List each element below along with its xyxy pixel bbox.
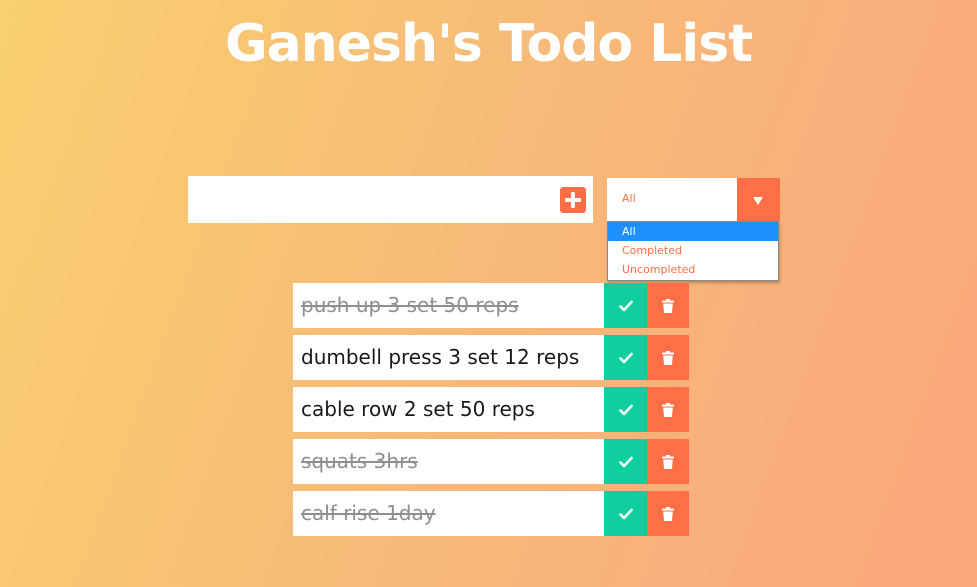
todo-text: squats 3hrs — [293, 439, 604, 484]
filter-selected-value: All — [622, 192, 636, 205]
trash-icon — [662, 402, 674, 417]
delete-button[interactable] — [647, 335, 689, 380]
todo-item: dumbell press 3 set 12 reps — [293, 335, 689, 380]
complete-button[interactable] — [604, 491, 647, 536]
complete-button[interactable] — [604, 335, 647, 380]
delete-button[interactable] — [647, 491, 689, 536]
delete-button[interactable] — [647, 387, 689, 432]
complete-button[interactable] — [604, 387, 647, 432]
todo-text: push up 3 set 50 reps — [293, 283, 604, 328]
todo-item: squats 3hrs — [293, 439, 689, 484]
add-todo-button[interactable] — [560, 187, 586, 213]
delete-button[interactable] — [647, 283, 689, 328]
todo-item: push up 3 set 50 reps — [293, 283, 689, 328]
todo-text: dumbell press 3 set 12 reps — [293, 335, 604, 380]
check-icon — [618, 456, 633, 467]
filter-dropdown-list: All Completed Uncompleted — [607, 221, 779, 281]
filter-option-uncompleted[interactable]: Uncompleted — [608, 260, 778, 279]
todo-input[interactable] — [188, 176, 548, 223]
todo-item: cable row 2 set 50 reps — [293, 387, 689, 432]
filter-option-all[interactable]: All — [608, 222, 778, 241]
filter-dropdown-toggle[interactable] — [737, 178, 780, 221]
todo-item: calf rise 1day — [293, 491, 689, 536]
complete-button[interactable] — [604, 283, 647, 328]
todo-list: push up 3 set 50 reps dumbell press 3 se… — [293, 283, 689, 543]
trash-icon — [662, 298, 674, 313]
todo-form — [188, 176, 593, 223]
page-title: Ganesh's Todo List — [224, 14, 753, 74]
filter-option-completed[interactable]: Completed — [608, 241, 778, 260]
filter-select[interactable]: All — [607, 178, 780, 221]
check-icon — [618, 404, 633, 415]
complete-button[interactable] — [604, 439, 647, 484]
trash-icon — [662, 506, 674, 521]
delete-button[interactable] — [647, 439, 689, 484]
check-icon — [618, 300, 633, 311]
check-icon — [618, 508, 633, 519]
check-icon — [618, 352, 633, 363]
trash-icon — [662, 454, 674, 469]
trash-icon — [662, 350, 674, 365]
todo-text: calf rise 1day — [293, 491, 604, 536]
caret-down-icon — [753, 197, 763, 205]
todo-text: cable row 2 set 50 reps — [293, 387, 604, 432]
